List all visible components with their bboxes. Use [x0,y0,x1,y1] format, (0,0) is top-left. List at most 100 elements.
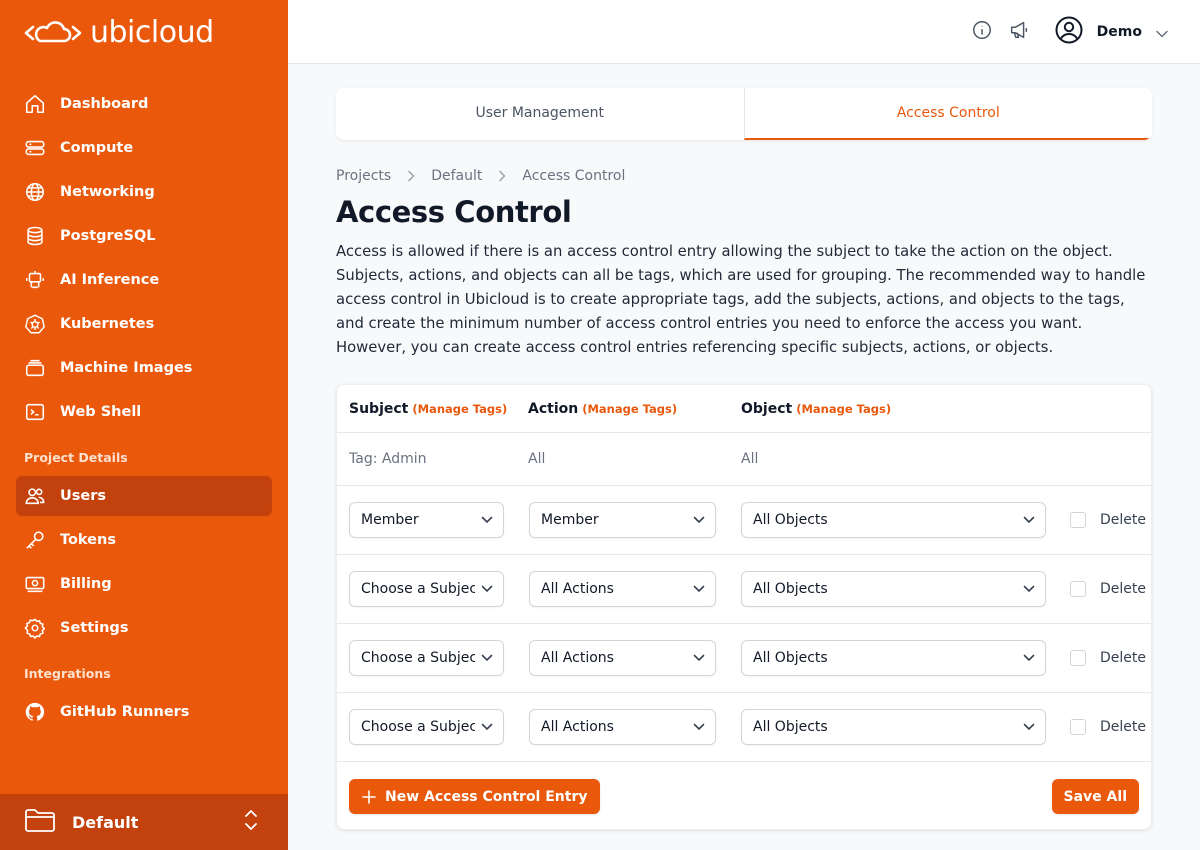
column-label: Object [741,401,793,417]
chevron-down-icon [481,654,493,662]
chevron-down-icon [693,585,705,593]
chevron-down-icon [693,654,705,662]
sidebar-item-label: Kubernetes [60,316,155,332]
action-select[interactable]: All Actions [529,571,716,607]
chevron-down-icon [693,723,705,731]
chevron-down-icon [1023,723,1035,731]
server-icon [24,137,46,159]
subject-select[interactable]: Choose a Subject [349,640,504,676]
breadcrumb-projects[interactable]: Projects [336,168,391,184]
select-value: All Objects [753,512,828,528]
chevron-right-icon [407,170,415,182]
delete-toggle[interactable]: Delete [1070,581,1146,597]
action-select[interactable]: All Actions [529,640,716,676]
select-value: All Objects [753,581,828,597]
manage-subject-tags-link[interactable]: (Manage Tags) [412,402,507,416]
sidebar-item-settings[interactable]: Settings [16,608,272,648]
tab-user-management[interactable]: User Management [336,88,744,140]
subject-select[interactable]: Choose a Subject [349,571,504,607]
select-value: Choose a Subject [361,581,475,597]
button-label: Save All [1063,788,1127,805]
sidebar-item-label: Billing [60,576,112,592]
gear-icon [24,617,46,639]
table-row: Choose a Subject All Actions All Objects [337,693,1151,762]
object-select[interactable]: All Objects [741,709,1046,745]
chevron-down-icon [481,585,493,593]
table-row: Member Member All Objects Delete [337,486,1151,555]
main-content: User Management Access Control Projects … [336,88,1152,830]
static-action: All [528,451,546,467]
sidebar-item-billing[interactable]: Billing [16,564,272,604]
static-object: All [741,451,759,467]
select-value: Member [541,512,599,528]
sidebar-nav: Dashboard Compute Networking PostgreSQL … [16,84,272,736]
megaphone-icon[interactable] [1007,19,1031,45]
select-value: All Actions [541,581,614,597]
sidebar-item-dashboard[interactable]: Dashboard [16,84,272,124]
chevron-down-icon [1023,585,1035,593]
sidebar-item-label: Users [60,488,107,504]
chevron-right-icon [498,170,506,182]
object-select[interactable]: All Objects [741,502,1046,538]
object-select[interactable]: All Objects [741,571,1046,607]
sidebar-item-label: Settings [60,620,129,636]
breadcrumb-default[interactable]: Default [431,168,482,184]
delete-toggle[interactable]: Delete [1070,650,1146,666]
ubicloud-logo[interactable]: ubicloud [24,16,214,50]
delete-checkbox[interactable] [1070,581,1086,597]
delete-toggle[interactable]: Delete [1070,512,1146,528]
new-access-control-entry-button[interactable]: New Access Control Entry [349,779,600,814]
delete-label: Delete [1100,650,1146,666]
sidebar-item-ai-inference[interactable]: AI Inference [16,260,272,300]
sidebar-item-label: Machine Images [60,360,193,376]
info-icon[interactable] [971,19,993,45]
subject-select[interactable]: Member [349,502,504,538]
sidebar-item-machine-images[interactable]: Machine Images [16,348,272,388]
breadcrumb-access-control: Access Control [522,168,626,184]
manage-object-tags-link[interactable]: (Manage Tags) [796,402,891,416]
sidebar-item-label: AI Inference [60,272,160,288]
select-value: Choose a Subject [361,719,475,735]
project-details-heading: Project Details [24,450,128,465]
action-select[interactable]: All Actions [529,709,716,745]
subject-select[interactable]: Choose a Subject [349,709,504,745]
chevron-down-icon [1023,654,1035,662]
table-header: Subject (Manage Tags) Action (Manage Tag… [337,385,1151,433]
object-select[interactable]: All Objects [741,640,1046,676]
chevron-up-down-icon [244,809,258,835]
select-value: All Objects [753,650,828,666]
delete-checkbox[interactable] [1070,512,1086,528]
project-switcher[interactable]: Default [0,794,288,850]
save-all-button[interactable]: Save All [1051,779,1139,814]
column-label: Action [528,401,579,417]
access-control-table: Subject (Manage Tags) Action (Manage Tag… [336,384,1152,830]
action-column-header: Action (Manage Tags) [528,385,677,433]
chevron-down-icon [1156,23,1168,42]
sidebar-item-users[interactable]: Users [16,476,272,516]
users-icon [24,485,46,507]
cloud-code-icon [24,21,82,43]
tab-bar: User Management Access Control [336,88,1152,140]
sidebar-item-postgresql[interactable]: PostgreSQL [16,216,272,256]
delete-checkbox[interactable] [1070,650,1086,666]
delete-toggle[interactable]: Delete [1070,719,1146,735]
kubernetes-icon [24,313,46,335]
sidebar-item-web-shell[interactable]: Web Shell [16,392,272,432]
delete-checkbox[interactable] [1070,719,1086,735]
sidebar-item-compute[interactable]: Compute [16,128,272,168]
github-icon [24,701,46,723]
action-select[interactable]: Member [529,502,716,538]
sidebar-item-tokens[interactable]: Tokens [16,520,272,560]
terminal-icon [24,401,46,423]
chevron-down-icon [481,723,493,731]
sidebar-item-networking[interactable]: Networking [16,172,272,212]
database-icon [24,225,46,247]
manage-action-tags-link[interactable]: (Manage Tags) [582,402,677,416]
user-menu[interactable]: Demo [1055,16,1168,48]
sidebar-item-kubernetes[interactable]: Kubernetes [16,304,272,344]
sidebar-item-label: GitHub Runners [60,704,190,720]
table-row: Choose a Subject All Actions All Objects [337,555,1151,624]
table-row: Choose a Subject All Actions All Objects [337,624,1151,693]
sidebar-item-github-runners[interactable]: GitHub Runners [16,692,272,732]
tab-access-control[interactable]: Access Control [743,88,1152,140]
